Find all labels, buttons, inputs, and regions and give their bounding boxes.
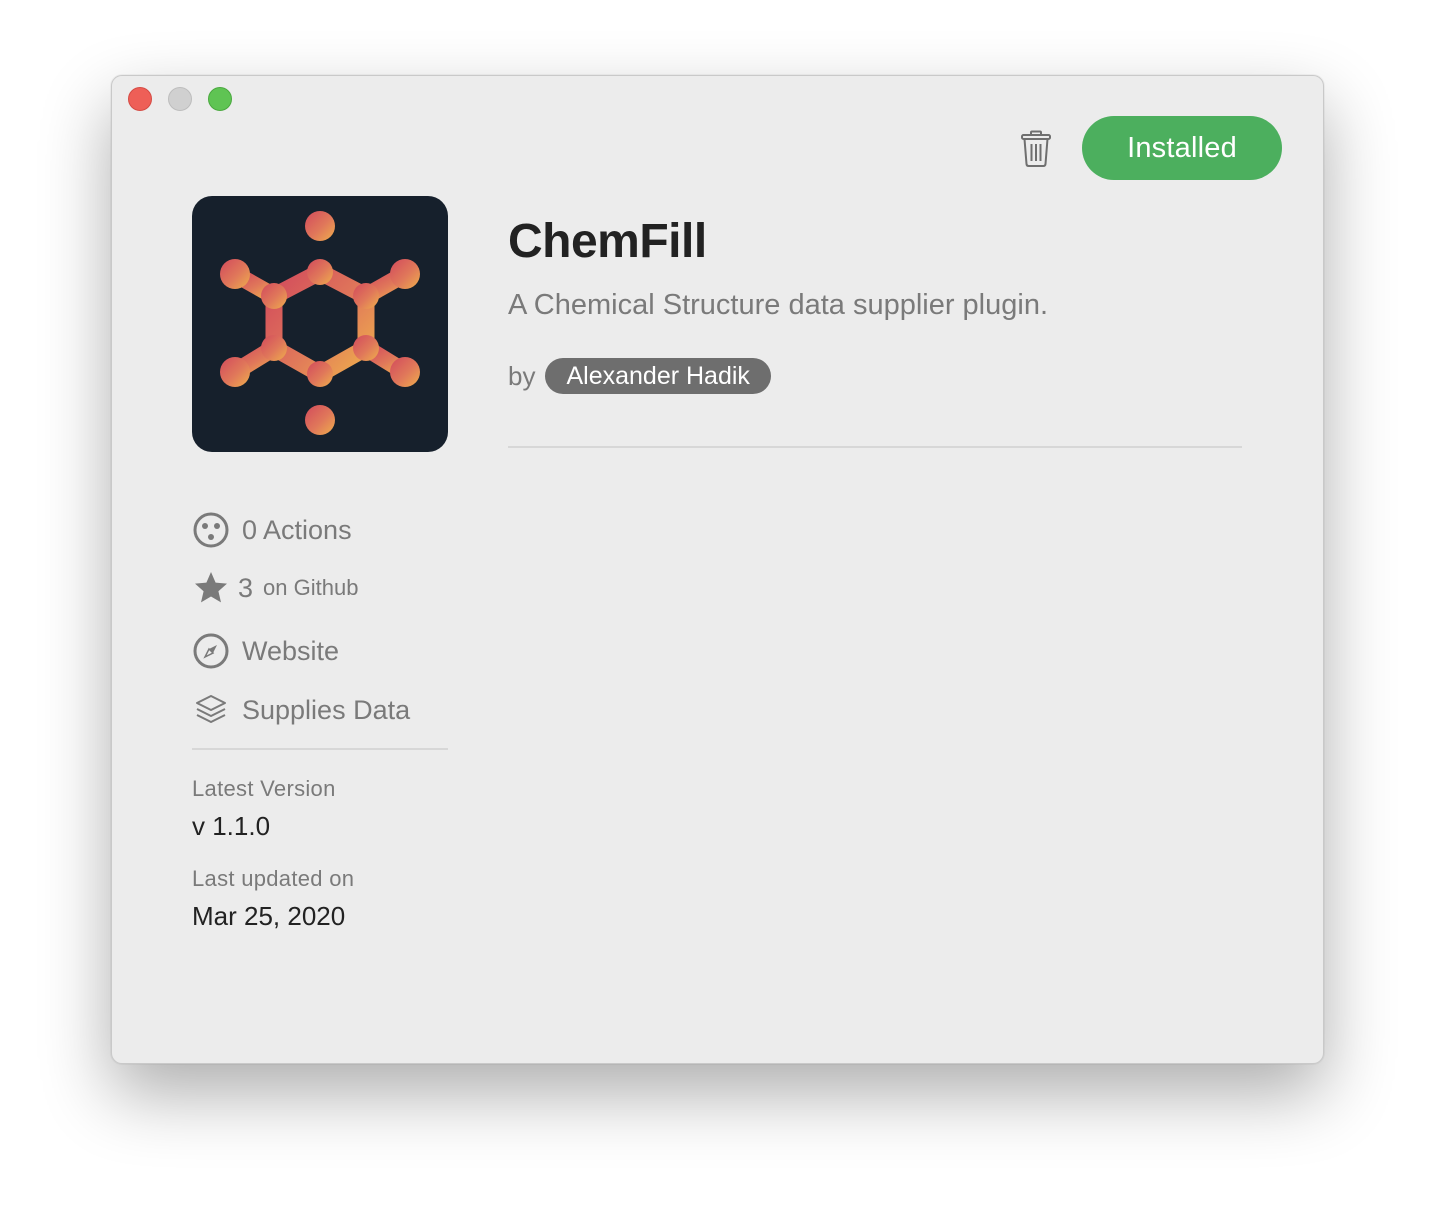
supplies-data: Supplies Data (192, 690, 410, 730)
website-link[interactable]: Website (192, 631, 339, 671)
author-row: by Alexander Hadik (508, 358, 771, 394)
plugin-logo (192, 196, 448, 452)
compass-icon (192, 632, 230, 670)
github-stars-count: 3 (238, 572, 254, 603)
plugin-window: Installed ChemFill A Chemical Structure … (111, 75, 1324, 1064)
plugin-title: ChemFill (508, 215, 707, 268)
supplies-label: Supplies Data (242, 694, 411, 725)
actions-label: 0 Actions (242, 514, 352, 545)
header-divider (508, 446, 1242, 448)
window-zoom-button[interactable] (208, 87, 232, 111)
face-icon (192, 511, 230, 549)
sidebar-divider (192, 748, 448, 750)
installed-button[interactable]: Installed (1082, 116, 1282, 180)
molecule-icon (220, 211, 420, 435)
star-icon (192, 569, 230, 607)
trash-icon (1021, 130, 1051, 167)
website-label: Website (242, 635, 340, 666)
latest-version-value: v 1.1.0 (192, 811, 271, 841)
plugin-description: A Chemical Structure data supplier plugi… (508, 289, 1049, 321)
layers-icon (192, 691, 230, 729)
window-close-button[interactable] (128, 87, 152, 111)
uninstall-button[interactable] (1015, 128, 1057, 170)
window-minimize-button[interactable] (168, 87, 192, 111)
by-label: by (508, 360, 536, 391)
last-updated-label: Last updated on (192, 866, 355, 891)
github-stars-link[interactable]: 3 on Github (192, 568, 358, 608)
latest-version-label: Latest Version (192, 776, 336, 801)
last-updated-value: Mar 25, 2020 (192, 901, 346, 931)
actions-count: 0 Actions (192, 510, 352, 550)
github-stars-suffix: on Github (263, 575, 359, 600)
author-link[interactable]: Alexander Hadik (545, 358, 771, 394)
